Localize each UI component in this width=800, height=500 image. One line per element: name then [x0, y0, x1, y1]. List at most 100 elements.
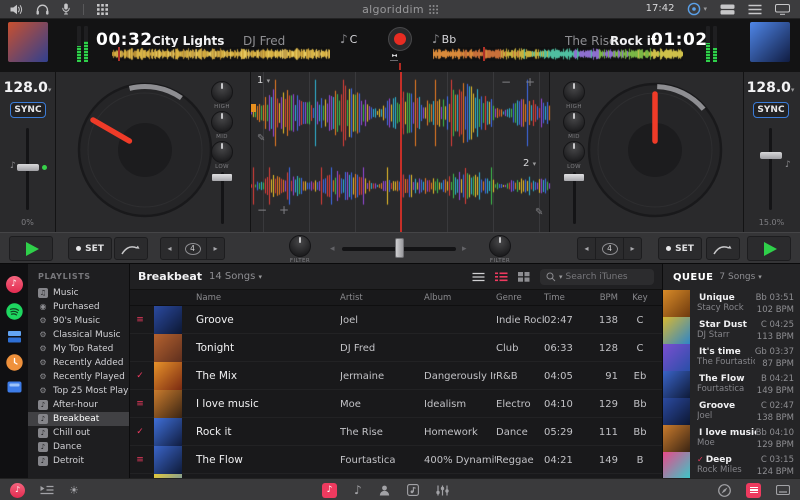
- brightness-icon[interactable]: ☀: [69, 485, 79, 496]
- deck-a-eq-mid-knob[interactable]: [211, 111, 233, 133]
- up-next-icon[interactable]: [40, 485, 54, 495]
- deck-b-set-cue-button[interactable]: SET: [658, 237, 702, 260]
- playlist-item[interactable]: ⚙ Recently Played: [28, 370, 129, 384]
- deck-a-play-button[interactable]: [9, 236, 53, 261]
- queue-item[interactable]: ✓Deep Rock Miles C 03:15 124 BPM: [663, 452, 800, 478]
- deck-a-bounce-button[interactable]: [114, 237, 148, 260]
- track-row[interactable]: ✓ Rock it The Rise Homework Dance 05:29 …: [130, 418, 662, 446]
- deck-a-pitch-handle[interactable]: [17, 164, 39, 171]
- column-artist[interactable]: Artist: [340, 293, 424, 303]
- record-button[interactable]: [388, 27, 412, 51]
- deck-b-overview-waveform[interactable]: [433, 47, 683, 61]
- column-time[interactable]: Time: [544, 293, 586, 303]
- automix-icon[interactable]: [718, 484, 731, 497]
- deck-a-eq-high-knob[interactable]: [211, 81, 233, 103]
- playlist-item[interactable]: ⚙ Classical Music: [28, 328, 129, 342]
- playlist-item[interactable]: ♪ Chill out: [28, 426, 129, 440]
- loop-button[interactable]: 4: [178, 238, 207, 259]
- loop-halve-button[interactable]: ◂: [161, 238, 178, 259]
- explorer-source-icon[interactable]: [7, 381, 22, 393]
- zoom-in-a-button[interactable]: +: [525, 76, 535, 88]
- albums-icon[interactable]: [407, 484, 419, 496]
- deck-b-volume-handle[interactable]: [564, 174, 584, 181]
- column-genre[interactable]: Genre: [496, 293, 544, 303]
- loop-halve-button[interactable]: ◂: [578, 238, 595, 259]
- queue-item[interactable]: Groove Joel C 02:47 138 BPM: [663, 398, 800, 425]
- zoom-out-a-button[interactable]: −: [501, 76, 511, 88]
- playlist-item[interactable]: ♪ After-hour: [28, 398, 129, 412]
- deck-b-eq-mid-knob[interactable]: [563, 111, 585, 133]
- microphone-icon[interactable]: [62, 3, 70, 15]
- deck-b-pitch-slider[interactable]: [769, 128, 772, 210]
- artists-icon[interactable]: [379, 485, 390, 496]
- column-bpm[interactable]: BPM: [586, 293, 622, 303]
- search-input[interactable]: [566, 272, 644, 282]
- track-row[interactable]: ✓ The Mix Jermaine Dangerously In Love R…: [130, 362, 662, 390]
- queue-item[interactable]: Unique Stacy Rock Bb 03:51 102 BPM: [663, 290, 800, 317]
- deck-b-eq-low-knob[interactable]: [563, 141, 585, 163]
- zoom-out-b-button[interactable]: −: [257, 204, 267, 216]
- track-row[interactable]: ≡ Groove Joel Indie Rock 02:47 138 C: [130, 306, 662, 334]
- queue-item[interactable]: The Flow Fourtastica B 04:21 149 BPM: [663, 371, 800, 398]
- list-view-icon[interactable]: [472, 272, 485, 282]
- search-field[interactable]: ▾: [540, 269, 654, 285]
- display-icon[interactable]: [775, 4, 790, 15]
- volume-icon[interactable]: [10, 4, 23, 15]
- playlist-item[interactable]: ♫ Music: [28, 286, 129, 300]
- itunes-source-icon[interactable]: ♪: [6, 276, 23, 293]
- deck-b-eq-high-knob[interactable]: [563, 81, 585, 103]
- playlist-item[interactable]: ♪ Dance: [28, 440, 129, 454]
- deck-b-key[interactable]: ♪Bb: [432, 32, 456, 46]
- keyboard-icon[interactable]: [776, 485, 790, 495]
- queue-item[interactable]: It's time The Fourtastica Gb 03:37 87 BP…: [663, 344, 800, 371]
- deck-b-play-button[interactable]: [747, 236, 791, 261]
- deck-a-key[interactable]: ♪C: [340, 32, 357, 46]
- spotify-source-icon[interactable]: [6, 303, 23, 320]
- track-row[interactable]: ≡ The Flow Fourtastica 400% Dynamite Reg…: [130, 446, 662, 474]
- deck-a-overview-waveform[interactable]: [112, 47, 330, 61]
- icloud-sync-icon[interactable]: ▾: [687, 2, 707, 16]
- snap-icon[interactable]: ▸◂: [390, 52, 398, 61]
- column-album[interactable]: Album: [424, 293, 496, 303]
- queue-item[interactable]: I love music Moe Bb 04:10 129 BPM: [663, 425, 800, 452]
- playlist-item[interactable]: ⚙ Top 25 Most Played: [28, 384, 129, 398]
- track-row[interactable]: ≡ I love music Moe Idealism Electro 04:1…: [130, 390, 662, 418]
- edit-pencil-a-icon[interactable]: ✎: [257, 134, 265, 144]
- loop-double-button[interactable]: ▸: [207, 238, 224, 259]
- crossfader-handle[interactable]: [395, 238, 404, 258]
- playlist-item[interactable]: ♪ Detroit: [28, 454, 129, 468]
- dj-list-view-icon[interactable]: [495, 272, 508, 282]
- column-name[interactable]: Name: [188, 293, 340, 303]
- edit-pencil-b-icon[interactable]: ✎: [535, 208, 543, 218]
- itunes-icon[interactable]: ♪: [10, 483, 25, 498]
- queue-item[interactable]: Star Dust DJ Starr C 04:25 113 BPM: [663, 317, 800, 344]
- queue-icon[interactable]: [746, 483, 761, 498]
- playlist-item[interactable]: ◉ Purchased: [28, 300, 129, 314]
- deck-a-filter-knob[interactable]: [289, 235, 311, 257]
- deck-a-volume-handle[interactable]: [212, 174, 232, 181]
- deck-b-wave-label[interactable]: 2 ▾: [523, 158, 536, 169]
- deck-b-sync-button[interactable]: SYNC: [753, 102, 789, 118]
- deck-layout-icon[interactable]: [720, 4, 735, 15]
- jog-wheel-b[interactable]: [587, 82, 723, 218]
- grid-view-icon[interactable]: [518, 272, 530, 282]
- zoom-in-b-button[interactable]: +: [279, 204, 289, 216]
- history-source-icon[interactable]: [6, 354, 23, 371]
- library-list-icon[interactable]: [748, 4, 762, 15]
- deck-a-eq-low-knob[interactable]: [211, 141, 233, 163]
- track-row[interactable]: Tonight DJ Fred Club 06:33 128 C: [130, 334, 662, 362]
- genres-icon[interactable]: [436, 485, 449, 496]
- deck-a-sync-button[interactable]: SYNC: [10, 102, 46, 118]
- playlist-item[interactable]: ♪ Breakbeat: [28, 412, 129, 426]
- loop-double-button[interactable]: ▸: [624, 238, 641, 259]
- deck-b-pitch-handle[interactable]: [760, 152, 782, 159]
- songs-icon[interactable]: ♪: [322, 483, 337, 498]
- library-song-count[interactable]: 14 Songs ▾: [209, 271, 262, 282]
- files-source-icon[interactable]: [7, 330, 22, 344]
- deck-b-bounce-button[interactable]: [706, 237, 740, 260]
- deck-a-wave-label[interactable]: 1 ▾: [257, 75, 270, 86]
- queue-song-count[interactable]: 7 Songs ▾: [719, 272, 761, 282]
- note-icon[interactable]: ♪: [354, 484, 362, 496]
- loop-button[interactable]: 4: [595, 238, 624, 259]
- deck-b-filter-knob[interactable]: [489, 235, 511, 257]
